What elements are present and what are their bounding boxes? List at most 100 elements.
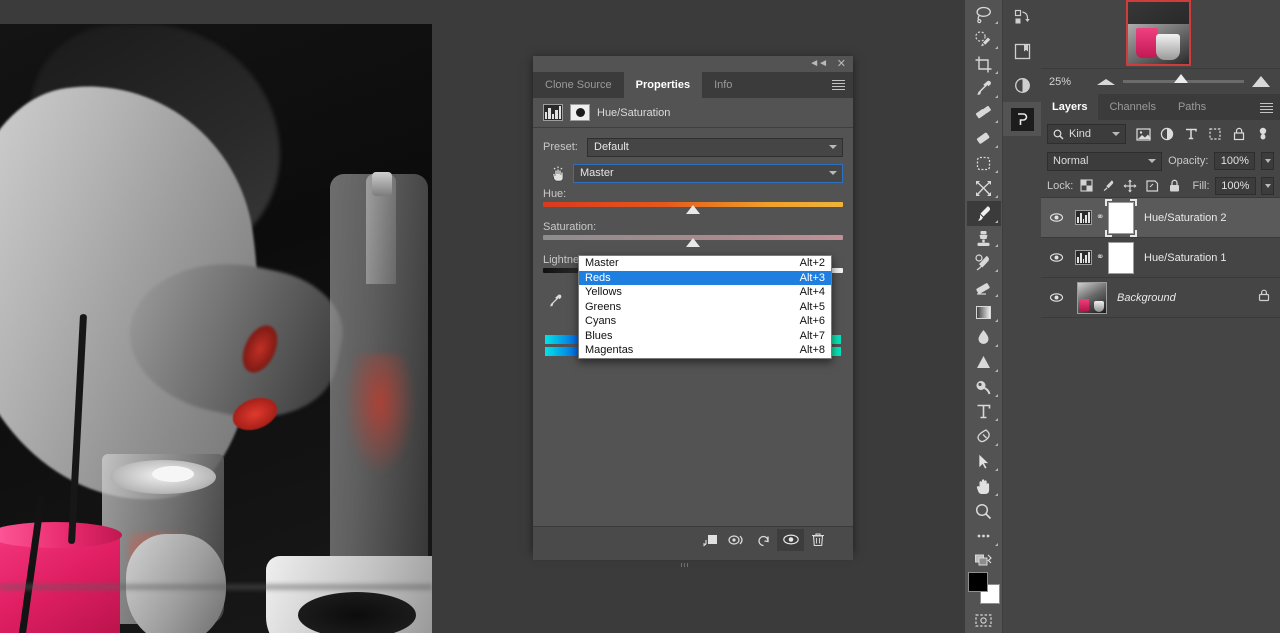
layer-thumbnails[interactable]: ⚭ <box>1071 202 1134 234</box>
saturation-slider-track[interactable] <box>543 235 843 240</box>
layer-filter-kind-select[interactable]: Kind <box>1047 124 1126 144</box>
filter-pixel-layers-icon[interactable] <box>1132 123 1154 145</box>
tab-channels[interactable]: Channels <box>1098 94 1166 120</box>
filter-type-layers-icon[interactable] <box>1180 123 1202 145</box>
link-icon[interactable]: ⚭ <box>1096 252 1104 263</box>
opacity-stepper[interactable] <box>1261 152 1274 170</box>
color-swatches[interactable] <box>968 572 1000 602</box>
sharpen-tool[interactable] <box>967 350 1001 375</box>
properties-panel-icon[interactable] <box>1003 102 1041 136</box>
zoom-slider[interactable] <box>1123 80 1244 83</box>
layer-mask-thumbnail[interactable] <box>1108 202 1134 234</box>
lock-position-icon[interactable] <box>1122 177 1139 194</box>
blend-mode-select[interactable]: Normal <box>1047 152 1162 171</box>
properties-panel[interactable]: ◄◄ ✕ Clone Source Properties Info <box>533 56 853 552</box>
tab-layers[interactable]: Layers <box>1041 94 1098 120</box>
channel-dropdown-list[interactable]: Master Alt+2 Reds Alt+3 Yellows Alt+4 Gr… <box>578 255 832 359</box>
filter-shape-layers-icon[interactable] <box>1204 123 1226 145</box>
hue-slider-track[interactable] <box>543 202 843 207</box>
preset-select[interactable]: Default <box>587 138 843 157</box>
tab-clone-source[interactable]: Clone Source <box>533 72 624 98</box>
tab-paths[interactable]: Paths <box>1167 94 1217 120</box>
tab-properties[interactable]: Properties <box>624 72 702 98</box>
reset-button[interactable] <box>750 529 777 551</box>
layer-visibility-toggle[interactable] <box>1041 292 1071 303</box>
foreground-color-swatch[interactable] <box>968 572 988 592</box>
table-row[interactable]: Background <box>1041 278 1280 318</box>
path-selection-tool[interactable] <box>967 449 1001 474</box>
table-row[interactable]: ⚭ Hue/Saturation 2 <box>1041 198 1280 238</box>
hue-slider-knob[interactable] <box>686 205 700 214</box>
dropdown-item-greens[interactable]: Greens Alt+5 <box>579 300 831 315</box>
layer-comps-panel-icon[interactable] <box>1003 34 1041 68</box>
toggle-visibility-button[interactable] <box>777 529 804 551</box>
layer-thumbnails[interactable] <box>1071 282 1107 314</box>
layer-visibility-toggle[interactable] <box>1041 212 1071 223</box>
layer-thumbnails[interactable]: ⚭ <box>1071 242 1134 274</box>
zoom-tool[interactable] <box>967 499 1001 524</box>
quick-selection-tool[interactable] <box>967 27 1001 52</box>
adjustments-panel-icon[interactable] <box>1003 68 1041 102</box>
edit-toolbar-tool[interactable] <box>967 524 1001 549</box>
delete-adjustment-button[interactable] <box>804 529 831 551</box>
targeted-adjustment-hand-icon[interactable] <box>543 165 573 182</box>
history-brush-tool[interactable] <box>967 250 1001 275</box>
dropdown-item-master[interactable]: Master Alt+2 <box>579 256 831 271</box>
table-row[interactable]: ⚭ Hue/Saturation 1 <box>1041 238 1280 278</box>
filter-adjustment-layers-icon[interactable] <box>1156 123 1178 145</box>
quick-mask-mode-icon[interactable] <box>967 608 1001 633</box>
clone-stamp-tool[interactable] <box>967 226 1001 251</box>
content-aware-move-tool[interactable] <box>967 176 1001 201</box>
lasso-tool[interactable] <box>967 2 1001 27</box>
lock-artboard-nesting-icon[interactable] <box>1144 177 1161 194</box>
filter-toggle-icon[interactable] <box>1252 123 1274 145</box>
panel-menu-icon[interactable] <box>832 80 845 90</box>
history-panel-icon[interactable] <box>1003 0 1041 34</box>
saturation-slider-knob[interactable] <box>686 238 700 247</box>
fill-value[interactable]: 100% <box>1215 177 1257 195</box>
eyedropper-tool[interactable] <box>967 77 1001 102</box>
canvas-area[interactable]: ◄◄ ✕ Clone Source Properties Info <box>0 0 943 633</box>
dropdown-item-reds[interactable]: Reds Alt+3 <box>579 271 831 286</box>
link-icon[interactable]: ⚭ <box>1096 212 1104 223</box>
dropdown-item-magentas[interactable]: Magentas Alt+8 <box>579 343 831 358</box>
zoom-slider-knob[interactable] <box>1174 74 1188 83</box>
crop-tool[interactable] <box>967 52 1001 77</box>
dropdown-item-yellows[interactable]: Yellows Alt+4 <box>579 285 831 300</box>
layers-panel-menu-icon[interactable] <box>1260 103 1273 112</box>
collapse-icon[interactable]: ◄◄ <box>809 58 827 70</box>
blur-tool[interactable] <box>967 325 1001 350</box>
fill-stepper[interactable] <box>1261 177 1274 195</box>
gradient-tool[interactable] <box>967 300 1001 325</box>
healing-brush-tool[interactable] <box>967 126 1001 151</box>
eyedropper-icon[interactable] <box>547 293 563 309</box>
document-image[interactable] <box>0 24 432 633</box>
eraser-tool[interactable] <box>967 275 1001 300</box>
patch-tool[interactable] <box>967 151 1001 176</box>
layer-visibility-toggle[interactable] <box>1041 252 1071 263</box>
zoom-in-icon[interactable] <box>1252 76 1270 87</box>
dropdown-item-blues[interactable]: Blues Alt+7 <box>579 329 831 344</box>
clip-to-layer-button[interactable] <box>696 529 723 551</box>
zoom-out-icon[interactable] <box>1097 79 1115 85</box>
lock-image-pixels-icon[interactable] <box>1100 177 1117 194</box>
spot-healing-brush-tool[interactable] <box>967 101 1001 126</box>
dropdown-item-cyans[interactable]: Cyans Alt+6 <box>579 314 831 329</box>
hand-tool[interactable] <box>967 474 1001 499</box>
navigator-thumbnail[interactable] <box>1126 0 1191 66</box>
background-layer-thumbnail[interactable] <box>1077 282 1107 314</box>
view-previous-state-button[interactable] <box>723 529 750 551</box>
opacity-value[interactable]: 100% <box>1214 152 1255 170</box>
type-tool[interactable] <box>967 400 1001 425</box>
dodge-tool[interactable] <box>967 375 1001 400</box>
screen-mode-icon[interactable] <box>967 549 1001 571</box>
brush-tool[interactable] <box>967 201 1001 226</box>
filter-smart-objects-icon[interactable] <box>1228 123 1250 145</box>
layer-mask-thumbnail[interactable] <box>1108 242 1134 274</box>
tab-info[interactable]: Info <box>702 72 744 98</box>
pen-tool[interactable] <box>967 424 1001 449</box>
panel-resize-handle[interactable] <box>533 552 853 560</box>
channel-select[interactable]: Master <box>573 164 843 183</box>
lock-all-icon[interactable] <box>1166 177 1183 194</box>
lock-transparent-pixels-icon[interactable] <box>1078 177 1095 194</box>
